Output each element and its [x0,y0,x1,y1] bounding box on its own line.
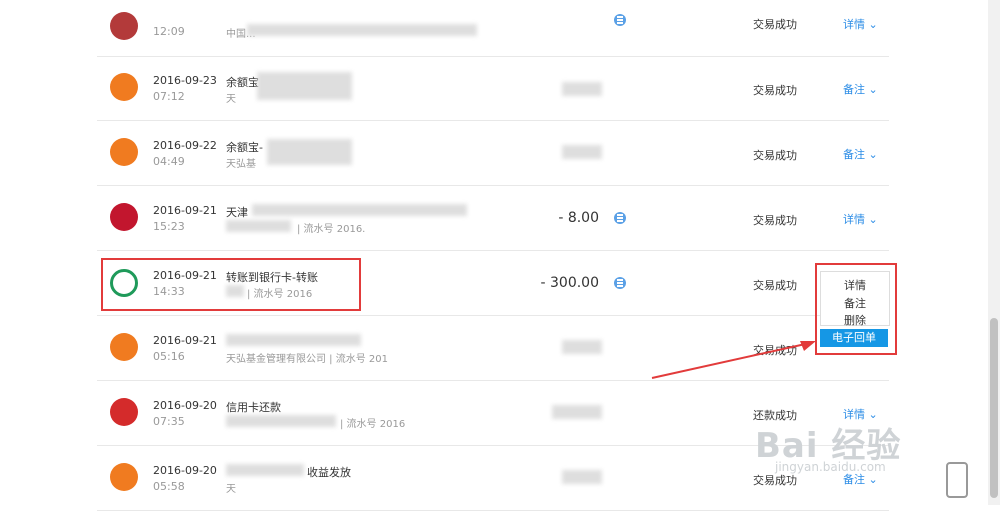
transaction-sub: 天弘基 [226,159,256,170]
transaction-title: 收益发放 [307,466,351,479]
transaction-title: 天津 [226,206,248,219]
transaction-title: 余额宝 [226,76,259,89]
transaction-time: 07:12 [153,90,185,103]
redacted-amount [562,82,602,96]
transaction-time: 12:09 [153,25,185,38]
status-text: 交易成功 [753,279,797,292]
money-bag-icon [110,73,138,101]
detail-icon[interactable] [614,14,626,26]
arrow-annotation [651,341,816,379]
status-text: 交易成功 [753,149,797,162]
detail-icon[interactable] [614,212,626,224]
table-row: 2016-09-22 04:49 余额宝- 天弘基 交易成功 备注 ⌄ [97,121,889,186]
redacted-block [257,72,352,100]
transaction-time: 15:23 [153,220,185,233]
transaction-time: 04:49 [153,155,185,168]
transaction-date: 2016-09-20 [153,399,217,412]
transaction-sub: 天 [226,94,236,105]
transaction-amount: - 300.00 [540,275,600,291]
table-row: 12:09 中国... 交易成功 详情 ⌄ [97,0,889,57]
money-bag-icon [110,333,138,361]
receipt-button[interactable]: 电子回单 [820,329,888,347]
money-bag-icon [110,138,138,166]
redacted-block [226,464,304,476]
transaction-time: 07:35 [153,415,185,428]
transaction-time: 05:16 [153,350,185,363]
highlight-transfer-row [101,258,361,311]
transaction-sub: 天弘基金管理有限公司 | 流水号 201 [226,354,388,365]
status-text: 交易成功 [753,474,797,487]
transaction-sub: | 流水号 2016 [340,419,406,430]
transaction-date: 2016-09-22 [153,139,217,152]
bank-red-icon [110,12,138,40]
redacted-block [226,334,361,346]
menu-item-delete[interactable]: 删除 [821,312,889,328]
row-action[interactable]: 详情 ⌄ [843,16,878,32]
status-text: 交易成功 [753,84,797,97]
transaction-sub: 天 [226,484,236,495]
menu-item-detail[interactable]: 详情 [821,277,889,293]
status-text: 交易成功 [753,18,797,31]
redacted-amount [562,340,602,354]
redacted-block [247,24,477,36]
tmall-icon [110,203,138,231]
transaction-title: 信用卡还款 [226,401,281,414]
transaction-title: 余额宝- [226,141,263,154]
row-action[interactable]: 详情 ⌄ [843,211,878,227]
cmb-icon [110,398,138,426]
status-text: 交易成功 [753,214,797,227]
row-action[interactable]: 备注 ⌄ [843,81,878,97]
scrollbar[interactable] [988,0,1000,505]
row-action-menu: 详情 备注 删除 [820,271,890,328]
redacted-block [252,204,467,216]
table-row: 2016-09-23 07:12 余额宝 天 交易成功 备注 ⌄ [97,56,889,121]
transaction-time: 05:58 [153,480,185,493]
redacted-block [226,220,291,232]
money-bag-icon [110,463,138,491]
redacted-amount [562,145,602,159]
transaction-date: 2016-09-20 [153,464,217,477]
redacted-amount [562,470,602,484]
detail-icon[interactable] [614,277,626,289]
transaction-date: 2016-09-21 [153,334,217,347]
table-row: 2016-09-21 15:23 天津 | 流水号 2016. - 8.00 交… [97,186,889,251]
scrollbar-thumb[interactable] [990,318,998,498]
row-action[interactable]: 备注 ⌄ [843,146,878,162]
transaction-date: 2016-09-21 [153,204,217,217]
redacted-block [226,415,336,427]
mobile-icon[interactable] [946,462,968,498]
transaction-sub: | 流水号 2016. [297,224,366,235]
redacted-amount [552,405,602,419]
menu-item-note[interactable]: 备注 [821,295,889,311]
watermark-url: jingyan.baidu.com [775,460,886,474]
redacted-block [267,139,352,165]
transaction-date: 2016-09-23 [153,74,217,87]
transaction-amount: - 8.00 [558,210,599,226]
